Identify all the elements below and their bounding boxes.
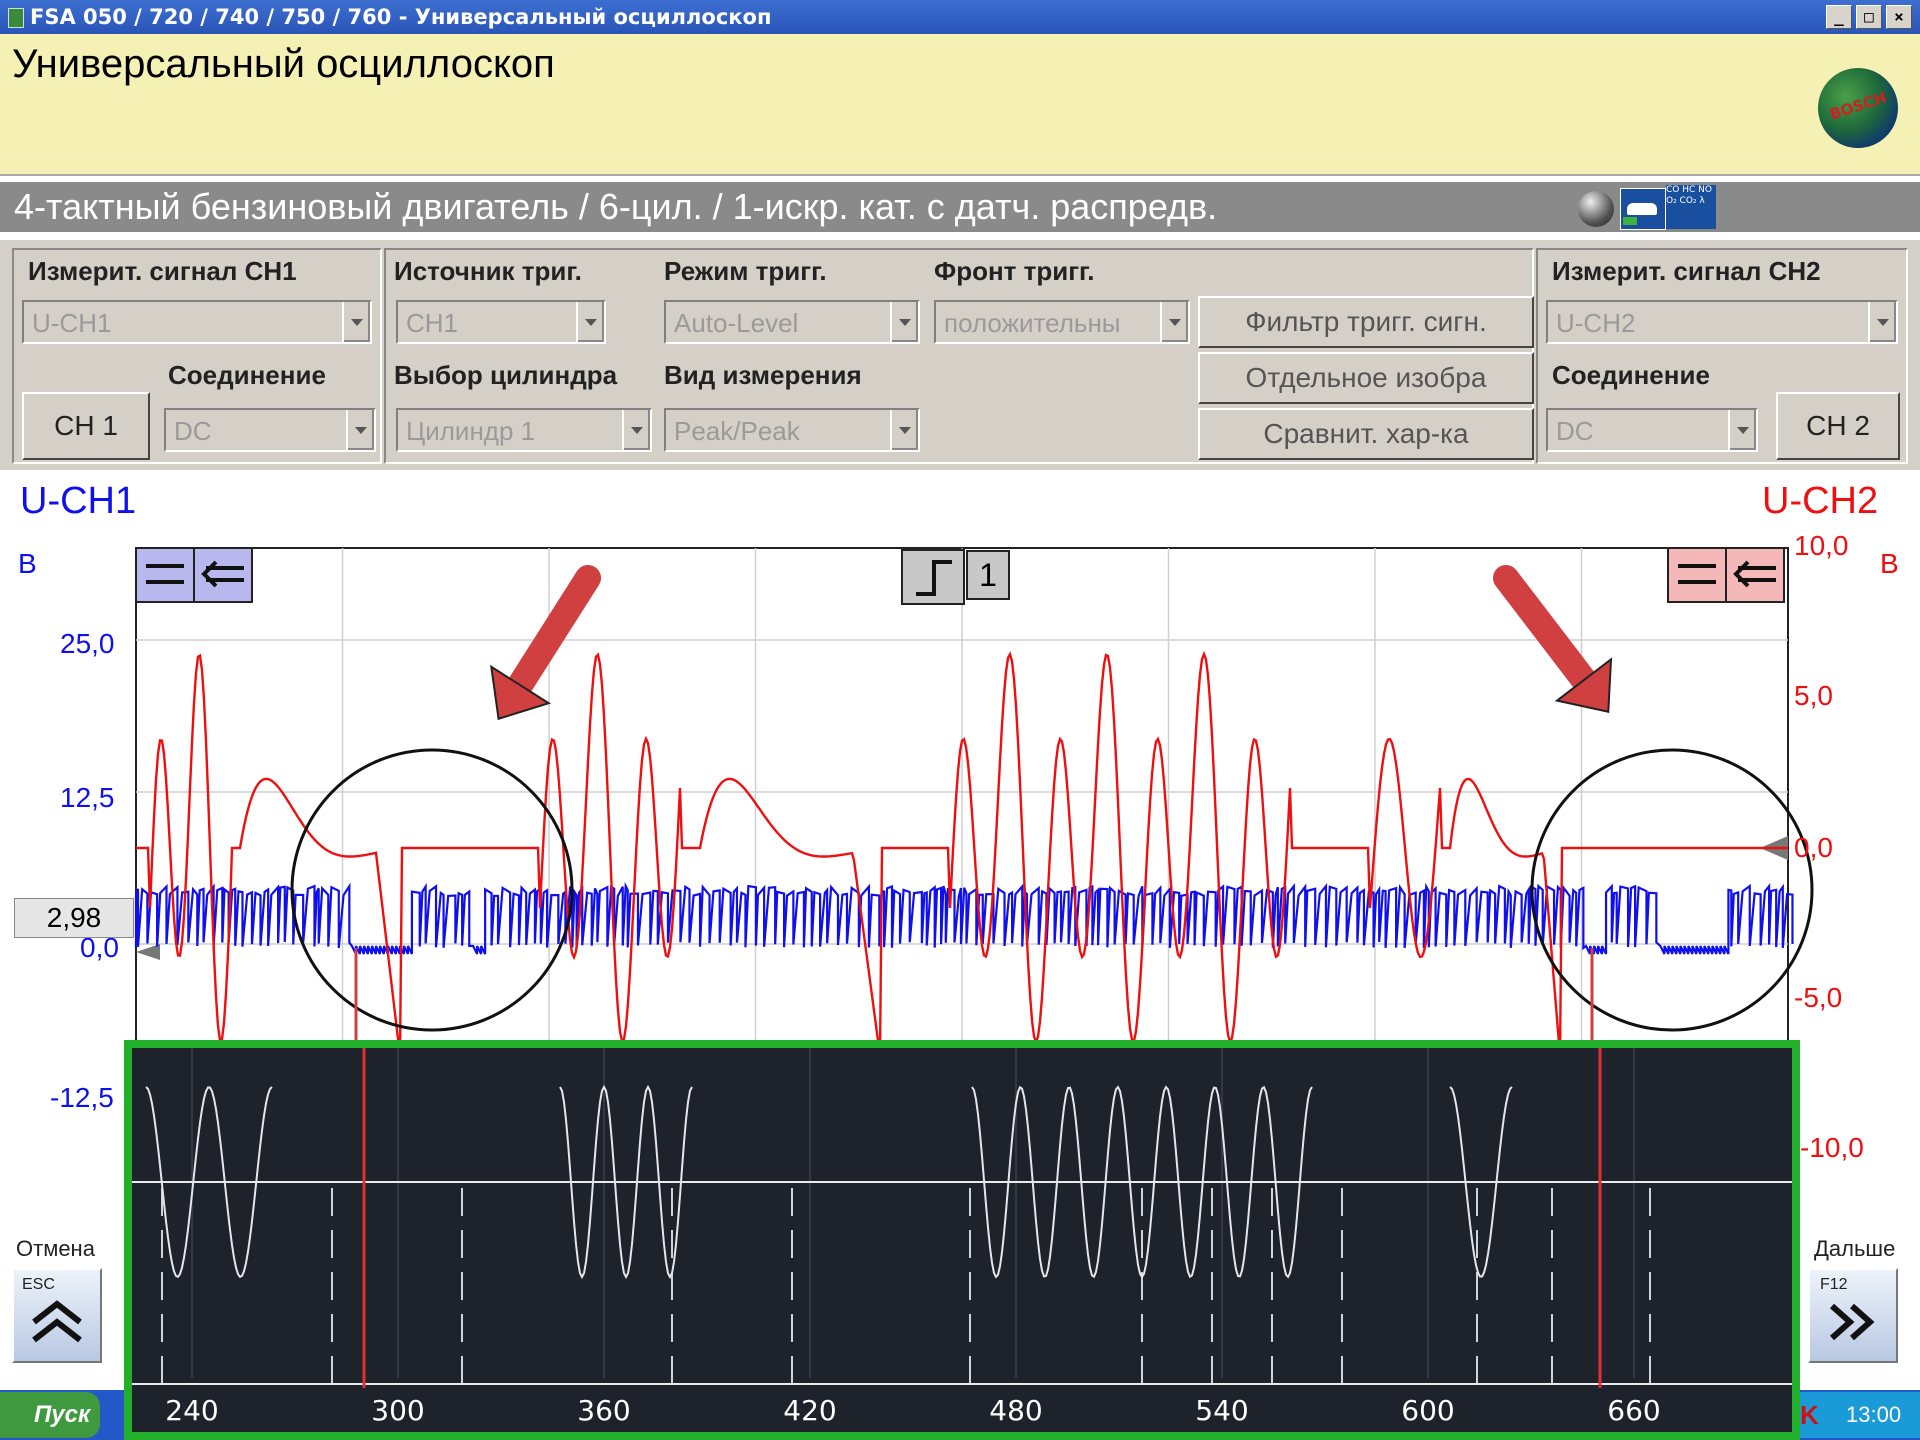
x-tick: 480 — [989, 1394, 1043, 1427]
ch1-coupling-label: Соединение — [168, 360, 326, 390]
ch2-tick: 10,0 — [1794, 530, 1849, 561]
x-tick: 420 — [783, 1394, 837, 1427]
inset-canvas — [132, 1048, 1792, 1388]
maximize-button[interactable]: □ — [1856, 5, 1882, 29]
clock: 13:00 — [1846, 1402, 1902, 1427]
cylinder-value: Цилиндр 1 — [406, 416, 536, 446]
chevron-down-icon[interactable] — [342, 302, 370, 342]
minimize-button[interactable]: _ — [1826, 5, 1852, 29]
chevron-up-double-icon — [32, 1300, 82, 1343]
trigger-source-value: CH1 — [406, 308, 459, 338]
car-icon — [1620, 188, 1666, 230]
ch1-title: U-CH1 — [20, 480, 137, 522]
x-tick: 540 — [1195, 1394, 1249, 1427]
ch2-signal-select[interactable]: U-CH2 — [1546, 300, 1898, 344]
cancel-label: Отмена — [16, 1236, 95, 1261]
chevron-down-icon[interactable] — [1868, 302, 1896, 342]
window-title: FSA 050 / 720 / 740 / 750 / 760 - Универ… — [30, 5, 772, 29]
ch2-unit: В — [1880, 548, 1899, 579]
ch1-group: Измерит. сигнал CH1 U-CH1 Соединение CH … — [12, 248, 382, 464]
trigger-channel-badge[interactable]: 1 — [966, 550, 1010, 600]
ch2-tick: 0,0 — [1794, 832, 1833, 863]
ch1-tick: 25,0 — [60, 628, 115, 659]
chevron-down-icon[interactable] — [890, 302, 918, 342]
single-image-button[interactable]: Отдельное изобра — [1198, 352, 1534, 404]
close-button[interactable]: × — [1886, 5, 1912, 29]
chevron-down-icon[interactable] — [1160, 302, 1188, 342]
compare-button[interactable]: Сравнит. хар-ка — [1198, 408, 1534, 460]
trigger-mode-label: Режим тригг. — [664, 256, 827, 286]
chevron-down-icon[interactable] — [1728, 410, 1756, 450]
chevron-down-icon[interactable] — [890, 410, 918, 450]
next-label: Дальше — [1814, 1236, 1896, 1261]
system-tray: K 13:00 — [1790, 1392, 1920, 1438]
chevron-down-icon[interactable] — [622, 410, 650, 450]
scale-box — [1667, 547, 1727, 603]
ch1-coupling-select[interactable]: DC — [164, 408, 376, 452]
trigger-mode-select[interactable]: Auto-Level — [664, 300, 920, 344]
timing-inset: 240 300 360 420 480 540 600 660 — [124, 1040, 1800, 1440]
ch1-signal-value: U-CH1 — [32, 308, 112, 338]
trigger-level-readout: 2,98 — [14, 898, 134, 938]
ch1-tick: 12,5 — [60, 782, 115, 813]
ch1-coupling-value: DC — [174, 416, 212, 446]
cylinder-label: Выбор цилиндра — [394, 360, 618, 390]
ch2-coupling-value: DC — [1556, 416, 1594, 446]
x-tick: 600 — [1401, 1394, 1455, 1427]
scale-box — [135, 547, 195, 603]
trigger-mode-value: Auto-Level — [674, 308, 799, 338]
ch1-button[interactable]: CH 1 — [22, 392, 150, 460]
ch2-title: U-CH2 — [1762, 480, 1879, 522]
ch1-tick: -12,5 — [50, 1082, 114, 1113]
ch2-coupling-select[interactable]: DC — [1546, 408, 1758, 452]
trigger-source-select[interactable]: CH1 — [396, 300, 606, 344]
ch1-unit: В — [18, 548, 37, 579]
trigger-edge-label: Фронт тригг. — [934, 256, 1095, 286]
next-button[interactable]: F12 — [1808, 1268, 1898, 1363]
trigger-filter-button[interactable]: Фильтр тригг. сигн. — [1198, 296, 1534, 348]
ch2-coupling-label: Соединение — [1552, 360, 1710, 390]
ch2-tick: 5,0 — [1794, 680, 1833, 711]
status-ball-icon — [1578, 191, 1614, 227]
chevron-right-double-icon — [1830, 1303, 1875, 1341]
ch2-signal-value: U-CH2 — [1556, 308, 1636, 338]
bosch-globe-icon: BOSCH — [1818, 68, 1898, 148]
cancel-button[interactable]: ESC — [12, 1268, 102, 1363]
app-icon — [8, 8, 24, 28]
antivirus-icon: K — [1800, 1400, 1819, 1430]
page-title: Универсальный осциллоскоп — [12, 42, 555, 86]
exhaust-gas-icon: CO HC NO O₂ CO₂ λ — [1666, 185, 1716, 229]
settings-panel: Измерит. сигнал CH1 U-CH1 Соединение CH … — [0, 240, 1920, 470]
x-tick: 300 — [371, 1394, 425, 1427]
x-tick: 360 — [577, 1394, 631, 1427]
logo-text: BOSCH — [1827, 88, 1889, 124]
engine-info-bar: 4-тактный бензиновый двигатель / 6-цил. … — [0, 182, 1920, 232]
engine-description: 4-тактный бензиновый двигатель / 6-цил. … — [14, 186, 1218, 227]
x-tick: 660 — [1607, 1394, 1661, 1427]
chevron-down-icon[interactable] — [576, 302, 604, 342]
trigger-group: Источник триг. CH1 Режим тригг. Auto-Lev… — [384, 248, 1534, 464]
measure-select[interactable]: Peak/Peak — [664, 408, 920, 452]
cylinder-select[interactable]: Цилиндр 1 — [396, 408, 652, 452]
gas-labels: CO HC NO O₂ CO₂ λ — [1666, 185, 1712, 206]
x-tick: 240 — [165, 1394, 219, 1427]
ch2-tick: -5,0 — [1794, 982, 1843, 1013]
title-bar: FSA 050 / 720 / 740 / 750 / 760 - Универ… — [0, 0, 1920, 34]
ch1-scale-icon — [135, 547, 253, 603]
start-button[interactable]: Пуск — [0, 1392, 100, 1438]
ch1-label: Измерит. сигнал CH1 — [28, 256, 297, 286]
trigger-edge-select[interactable]: положительны — [934, 300, 1190, 344]
ch2-button[interactable]: CH 2 — [1776, 392, 1900, 460]
ch2-group: Измерит. сигнал CH2 U-CH2 Соединение DC … — [1536, 248, 1908, 464]
ch2-scale-icon — [1667, 547, 1785, 603]
measure-label: Вид измерения — [664, 360, 862, 390]
header: Универсальный осциллоскоп BOSCH — [0, 34, 1920, 176]
measure-value: Peak/Peak — [674, 416, 800, 446]
ch2-label: Измерит. сигнал CH2 — [1552, 256, 1821, 286]
trigger-edge-value: положительны — [944, 308, 1121, 338]
trigger-source-label: Источник триг. — [394, 256, 582, 286]
ch1-signal-select[interactable]: U-CH1 — [22, 300, 372, 344]
ch2-tick: -10,0 — [1800, 1132, 1864, 1163]
chevron-down-icon[interactable] — [346, 410, 374, 450]
